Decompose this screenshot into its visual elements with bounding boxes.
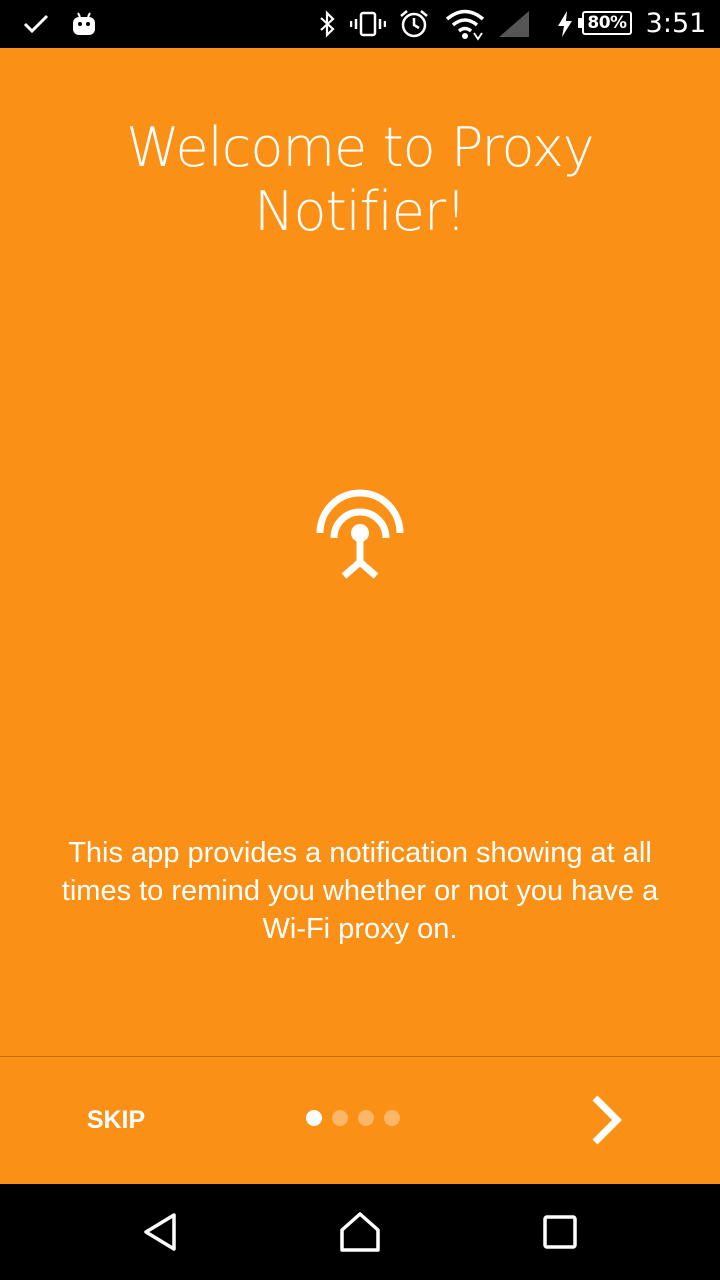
status-bar: 80% 3:51 — [0, 0, 720, 48]
bluetooth-icon — [312, 0, 342, 48]
antenna-icon — [310, 488, 410, 588]
navigation-bar — [0, 1184, 720, 1280]
battery-indicator: 80% — [582, 11, 632, 35]
clock: 3:51 — [645, 8, 707, 39]
welcome-title-line2: Notifier! — [254, 180, 467, 243]
intro-description: This app provides a notification showing… — [61, 837, 659, 945]
home-icon — [340, 1212, 380, 1252]
intro-page: Welcome to Proxy Notifier! This app prov… — [0, 48, 720, 1184]
next-button[interactable] — [570, 1084, 640, 1156]
charging-icon — [552, 0, 578, 48]
recents-icon — [543, 1215, 577, 1249]
check-icon — [18, 0, 54, 48]
page-dot-3 — [358, 1110, 374, 1126]
welcome-title: Welcome to Proxy Notifier! — [60, 116, 660, 244]
recents-button[interactable] — [520, 1202, 600, 1262]
welcome-title-line1: Welcome to Proxy — [126, 116, 594, 179]
chevron-right-icon — [592, 1095, 622, 1145]
screen: 80% 3:51 Welcome to Proxy Notifier! This… — [0, 0, 720, 1280]
page-dot-2 — [332, 1110, 348, 1126]
vibrate-icon — [348, 0, 388, 48]
page-dot-4 — [384, 1110, 400, 1126]
page-dot-1 — [306, 1110, 322, 1126]
cell-signal-icon — [496, 0, 532, 48]
alarm-icon — [396, 0, 432, 48]
page-indicator — [306, 1110, 400, 1128]
android-icon — [66, 0, 102, 48]
back-icon — [144, 1213, 176, 1251]
skip-button[interactable]: SKIP — [56, 1090, 176, 1150]
home-button[interactable] — [320, 1202, 400, 1262]
wifi-icon — [442, 0, 488, 48]
back-button[interactable] — [120, 1202, 200, 1262]
footer-divider — [0, 1056, 720, 1057]
